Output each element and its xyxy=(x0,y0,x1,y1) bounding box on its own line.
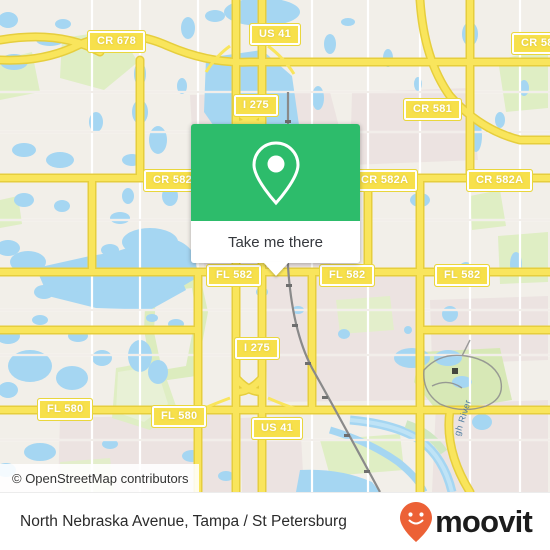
location-title: North Nebraska Avenue, Tampa / St Peters… xyxy=(20,512,347,530)
road-shield-fl-580-mid[interactable]: FL 580 xyxy=(150,405,208,428)
moovit-logo[interactable]: moovit xyxy=(399,501,533,543)
moovit-pin-smiley-icon xyxy=(400,501,433,542)
map-pin-icon xyxy=(251,140,300,205)
location-popup-card[interactable]: Take me there xyxy=(191,124,360,276)
road-shield-fl-582-left[interactable]: FL 582 xyxy=(205,264,263,287)
road-shield-cr-581-top[interactable]: CR 581 xyxy=(510,32,550,55)
road-shield-cr-581-mid[interactable]: CR 581 xyxy=(402,98,463,121)
road-shield-us-41-bottom[interactable]: US 41 xyxy=(250,417,304,440)
map-canvas[interactable]: gh River CR 678 US 41 CR 581 I 275 CR 58… xyxy=(0,0,550,492)
road-shield-cr-678[interactable]: CR 678 xyxy=(86,30,147,53)
popup-icon-area xyxy=(191,124,360,221)
road-shield-cr-582a-right[interactable]: CR 582A xyxy=(465,169,534,192)
road-shield-us-41-top[interactable]: US 41 xyxy=(248,23,302,46)
take-me-there-button[interactable]: Take me there xyxy=(191,221,360,263)
road-shield-fl-582-mid[interactable]: FL 582 xyxy=(318,264,376,287)
road-shield-fl-582-right[interactable]: FL 582 xyxy=(433,264,491,287)
take-me-there-label: Take me there xyxy=(227,233,324,251)
road-shield-i-275-top[interactable]: I 275 xyxy=(233,94,279,117)
road-shield-cr-582a-mid[interactable]: CR 582A xyxy=(350,169,419,192)
moovit-wordmark: moovit xyxy=(435,504,533,539)
footer-bar: North Nebraska Avenue, Tampa / St Peters… xyxy=(0,492,550,550)
map-screenshot-root: gh River CR 678 US 41 CR 581 I 275 CR 58… xyxy=(0,0,550,550)
attribution-bar[interactable]: © OpenStreetMap contributors xyxy=(0,464,199,492)
road-shield-i-275-mid[interactable]: I 275 xyxy=(234,337,280,360)
popup-pointer-tail xyxy=(262,262,289,276)
attribution-text: © OpenStreetMap contributors xyxy=(12,470,189,486)
road-shield-fl-580-left[interactable]: FL 580 xyxy=(36,398,94,421)
